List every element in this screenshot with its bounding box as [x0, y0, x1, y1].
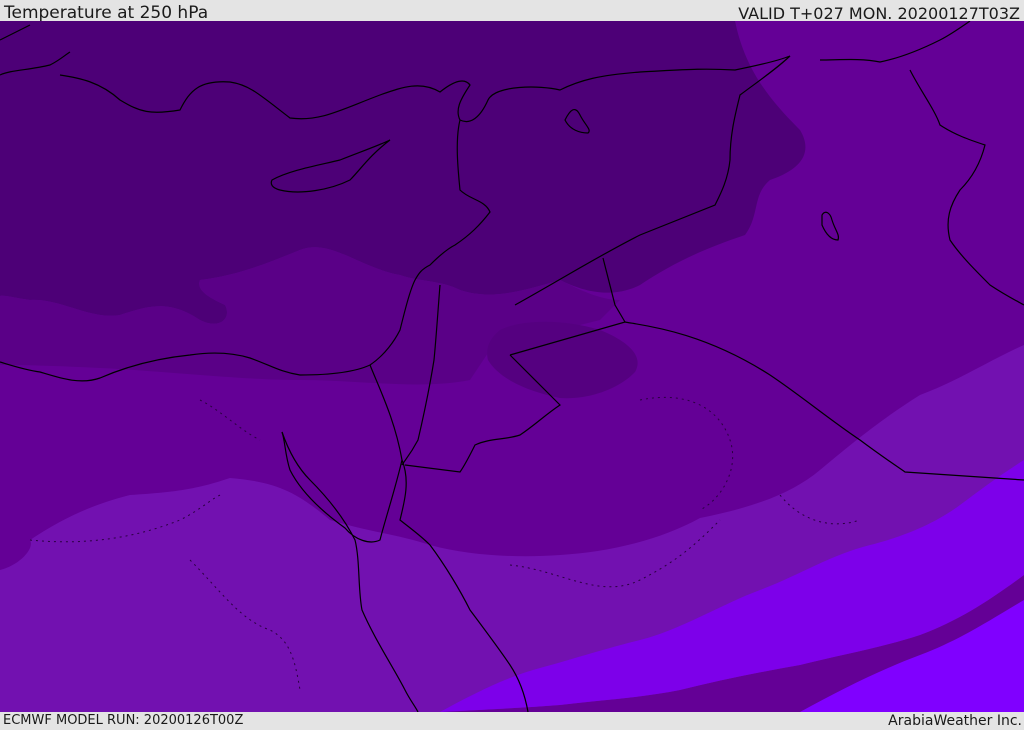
header-bar: Temperature at 250 hPa VALID T+027 MON. …: [0, 0, 1024, 23]
model-run: ECMWF MODEL RUN: 20200126T00Z: [3, 713, 244, 728]
map-title: Temperature at 250 hPa: [4, 3, 209, 23]
footer-bar: ECMWF MODEL RUN: 20200126T00Z ArabiaWeat…: [0, 712, 1024, 729]
credit: ArabiaWeather Inc.: [888, 713, 1022, 729]
temperature-map[interactable]: [0, 21, 1024, 712]
